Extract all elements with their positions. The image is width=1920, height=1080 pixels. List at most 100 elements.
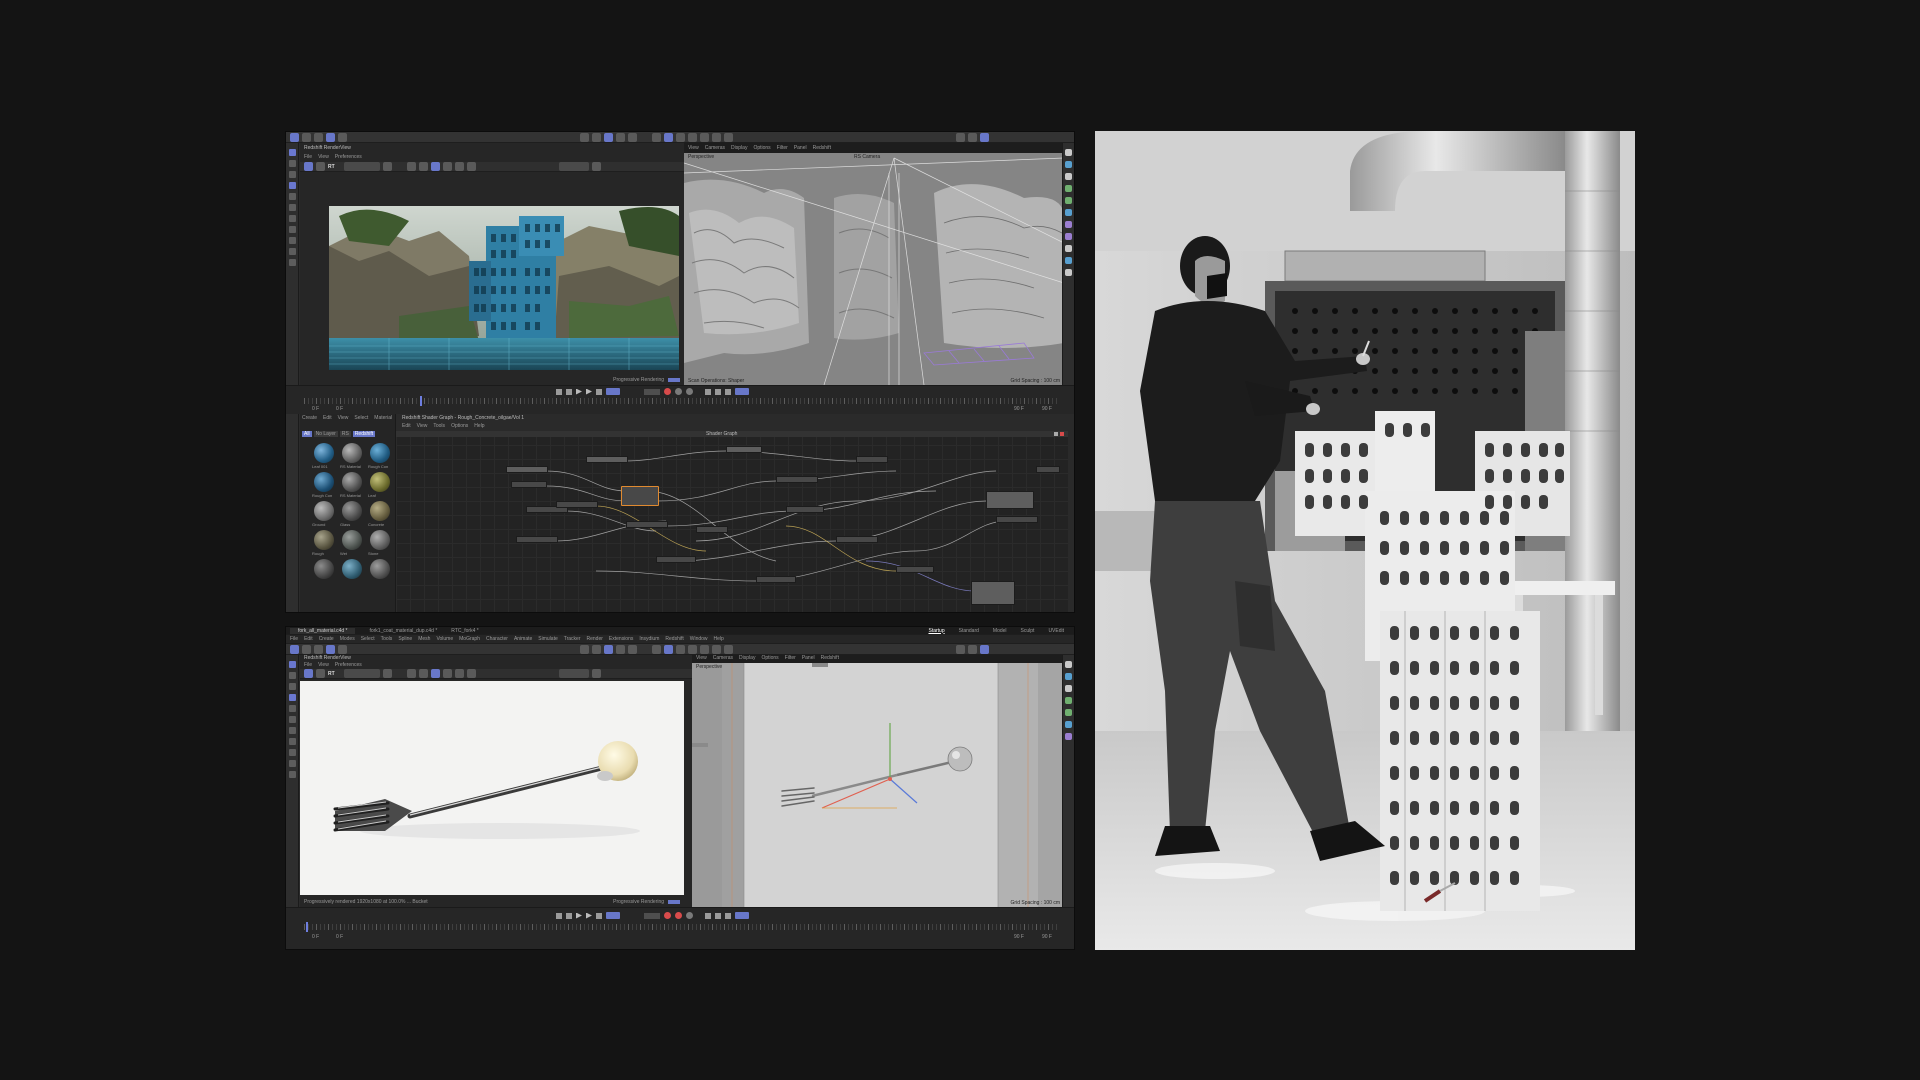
menu-spline[interactable]: Spline (398, 636, 412, 642)
b-cube-icon[interactable] (616, 644, 625, 654)
move-tool-icon[interactable] (288, 160, 296, 167)
edit-render-settings-icon[interactable] (604, 132, 613, 142)
play-icon[interactable] (576, 388, 582, 395)
material-swatch-12[interactable] (370, 530, 390, 550)
sg-menu-view[interactable]: View (417, 423, 428, 429)
mograph-icon[interactable] (1065, 197, 1072, 204)
b-edit-render-settings-icon[interactable] (604, 644, 613, 654)
b-vp-menu-filter[interactable]: Filter (785, 655, 796, 661)
b-cloner-icon[interactable] (676, 644, 685, 654)
brush-icon[interactable] (288, 237, 296, 244)
b-brush-icon[interactable] (288, 749, 296, 756)
b-rt-label[interactable]: RT (328, 671, 335, 677)
shader-node-10[interactable] (726, 446, 762, 453)
doc-tab-3[interactable]: RTC_fork4 * (451, 628, 478, 634)
b-next-key-icon[interactable] (596, 912, 602, 919)
menu-redshift[interactable]: Redshift (665, 636, 683, 642)
light-rail-icon[interactable] (1065, 269, 1072, 276)
b-pen-icon[interactable] (628, 644, 637, 654)
b-render-icon[interactable] (580, 644, 589, 654)
menu-select[interactable]: Select (361, 636, 375, 642)
key-scale-icon[interactable] (725, 388, 731, 395)
timeline-playhead[interactable] (420, 396, 422, 406)
b-display-icon[interactable] (558, 669, 589, 678)
vp-menu-display[interactable]: Display (731, 145, 747, 151)
shader-node-1[interactable] (506, 466, 548, 473)
menu-help[interactable]: Help (714, 636, 724, 642)
vp-menu-panel[interactable]: Panel (794, 145, 807, 151)
generator-icon[interactable] (1065, 185, 1072, 192)
b-knife-icon[interactable] (288, 760, 296, 767)
key-param-icon[interactable] (735, 388, 749, 395)
spline-icon[interactable] (652, 132, 661, 142)
layout-startup[interactable]: Startup (928, 628, 944, 634)
camera-icon[interactable] (712, 132, 721, 142)
b-record-icon[interactable] (664, 912, 671, 919)
b-snapshot-icon[interactable] (382, 669, 392, 678)
shader-output-node[interactable] (971, 581, 1015, 605)
b-layout-icon[interactable] (956, 644, 965, 654)
render-refresh-icon[interactable] (316, 162, 325, 171)
shader-node-19[interactable] (1036, 466, 1060, 473)
effector-icon[interactable] (1065, 233, 1072, 240)
material-swatch-9[interactable] (370, 501, 390, 521)
b-render-refresh-icon[interactable] (316, 669, 325, 678)
b-deformer-icon[interactable] (688, 644, 697, 654)
b-render-start-icon[interactable] (304, 669, 313, 678)
menu-insydium[interactable]: Insydium (639, 636, 659, 642)
layout-sculpt[interactable]: Sculpt (1021, 628, 1035, 634)
record-icon[interactable] (664, 388, 671, 395)
key-rot-icon[interactable] (715, 388, 721, 395)
b-keyframe-icon[interactable] (686, 912, 693, 919)
menu-render[interactable]: Render (587, 636, 603, 642)
material-swatch-5[interactable] (342, 472, 362, 492)
b-scale-icon[interactable] (338, 644, 347, 654)
b-vp-menu-redshift[interactable]: Redshift (821, 655, 839, 661)
b-camera-icon[interactable] (712, 644, 721, 654)
light-icon[interactable] (724, 132, 733, 142)
sg-menu-tools[interactable]: Tools (433, 423, 445, 429)
b-spline-icon[interactable] (652, 644, 661, 654)
pen-icon[interactable] (628, 132, 637, 142)
b-bucket-icon[interactable] (430, 669, 440, 678)
render-start-icon[interactable] (304, 162, 313, 171)
render-icon[interactable] (580, 132, 589, 142)
cube-icon[interactable] (616, 132, 625, 142)
go-start-icon[interactable] (556, 388, 562, 395)
shader-node-13[interactable] (756, 576, 796, 583)
material-swatch-1[interactable] (314, 443, 334, 463)
render-stop-icon[interactable] (343, 162, 380, 171)
shader-node-20[interactable] (696, 526, 728, 533)
deformer-icon[interactable] (688, 132, 697, 142)
knife-icon[interactable] (288, 248, 296, 255)
redo-icon[interactable] (302, 132, 311, 142)
move-icon[interactable] (314, 132, 323, 142)
layout-icon[interactable] (956, 132, 965, 142)
shader-node-8[interactable] (556, 501, 598, 508)
subdivision-icon[interactable] (664, 132, 673, 142)
b-vp-menu-display[interactable]: Display (739, 655, 755, 661)
menu-animate[interactable]: Animate (514, 636, 532, 642)
select-icon[interactable] (288, 149, 296, 156)
menu-mograph[interactable]: MoGraph (459, 636, 480, 642)
next-key-icon[interactable] (596, 388, 602, 395)
b-key-scale-icon[interactable] (725, 912, 731, 919)
material-swatch-7[interactable] (314, 501, 334, 521)
mat-tab-all[interactable]: All (302, 431, 312, 437)
b-redo-icon[interactable] (302, 644, 311, 654)
b-cube-primitive-icon[interactable] (1065, 661, 1072, 668)
b-snap-icon[interactable] (288, 771, 296, 778)
mat-menu-material[interactable]: Material (374, 415, 392, 421)
menu-file[interactable]: File (290, 636, 298, 642)
b-viewport-3d[interactable]: Perspective Grid Spacing : 100 cm (692, 663, 1064, 907)
menu-create[interactable]: Create (319, 636, 334, 642)
rotate-icon[interactable] (326, 132, 335, 142)
b-deformer-rail-icon[interactable] (1065, 733, 1072, 740)
floor-icon[interactable] (700, 132, 709, 142)
shader-node-16[interactable] (896, 566, 934, 573)
scale-icon[interactable] (338, 132, 347, 142)
vp-menu-filter[interactable]: Filter (777, 145, 788, 151)
mat-tab-rs[interactable]: RS (339, 431, 351, 437)
mat-menu-select[interactable]: Select (354, 415, 368, 421)
polygons-mode-icon[interactable] (288, 215, 296, 222)
